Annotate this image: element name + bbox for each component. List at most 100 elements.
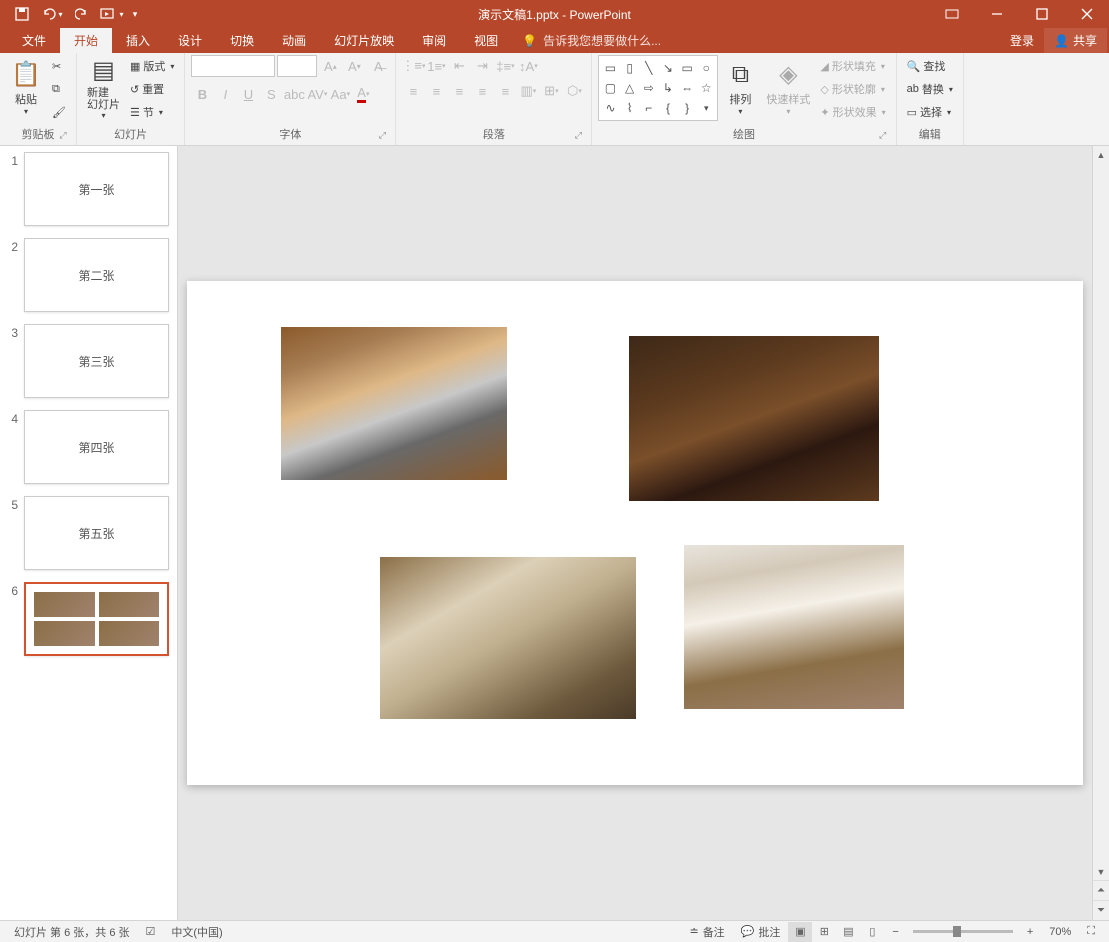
comments-button[interactable]: 💬批注	[733, 924, 789, 940]
shape-vtextbox[interactable]: ▯	[621, 58, 639, 77]
share-button[interactable]: 👤 共享	[1044, 28, 1107, 53]
maximize-button[interactable]	[1019, 0, 1064, 28]
shape-triangle[interactable]: △	[621, 78, 639, 97]
paragraph-launcher[interactable]: ⤢	[572, 130, 584, 142]
decrease-font-button[interactable]: A▾	[343, 55, 365, 77]
shape-rrect[interactable]: ▢	[601, 78, 619, 97]
shape-freeform[interactable]: ⌇	[621, 99, 639, 118]
char-spacing-button[interactable]: AV▾	[306, 83, 328, 105]
clear-formatting-button[interactable]: A̶	[367, 55, 389, 77]
minimize-button[interactable]	[974, 0, 1019, 28]
shape-brace-l[interactable]: {	[659, 99, 677, 118]
layout-button[interactable]: ▦版式▾	[126, 55, 178, 77]
shadow-button[interactable]: abc	[283, 83, 305, 105]
quick-styles-button[interactable]: ◈ 快速样式 ▾	[762, 55, 814, 121]
notes-button[interactable]: ≐备注	[681, 924, 732, 940]
line-spacing-button[interactable]: ‡≡▾	[494, 55, 516, 77]
vertical-scrollbar[interactable]: ▲ ▼ ⏶ ⏷	[1092, 146, 1109, 920]
arrange-button[interactable]: ⧉ 排列 ▾	[720, 55, 760, 121]
shape-arrow[interactable]: ↘	[659, 58, 677, 77]
slide-thumbnail-1[interactable]: 第一张	[24, 152, 169, 226]
format-painter-button[interactable]: 🖌	[48, 101, 70, 123]
shape-effects-button[interactable]: ✦形状效果▾	[816, 101, 889, 123]
shape-curve[interactable]: ∿	[601, 99, 619, 118]
tab-slideshow[interactable]: 幻灯片放映	[320, 28, 408, 53]
shape-rarrow[interactable]: ⇨	[640, 78, 658, 97]
shape-outline-button[interactable]: ◇形状轮廓▾	[816, 78, 889, 100]
shapes-more[interactable]: ▾	[697, 99, 715, 118]
save-button[interactable]	[8, 2, 36, 26]
shape-line[interactable]: ╲	[640, 58, 658, 77]
close-button[interactable]	[1064, 0, 1109, 28]
shape-brace-r[interactable]: }	[678, 99, 696, 118]
slide-thumbnail-5[interactable]: 第五张	[24, 496, 169, 570]
copy-button[interactable]: ⧉	[48, 78, 70, 100]
change-case-button[interactable]: Aa▾	[329, 83, 351, 105]
slide-thumbnail-6[interactable]	[24, 582, 169, 656]
shape-conn[interactable]: ⌐	[640, 99, 658, 118]
clipboard-launcher[interactable]: ⤢	[57, 130, 69, 142]
zoom-slider[interactable]	[913, 930, 1013, 933]
numbering-button[interactable]: 1≡▾	[425, 55, 447, 77]
shape-star[interactable]: ☆	[697, 78, 715, 97]
slide-image-4[interactable]	[684, 545, 904, 709]
font-size-combo[interactable]	[277, 55, 317, 77]
slide-canvas-area[interactable]	[178, 146, 1092, 920]
select-button[interactable]: ▭选择▾	[903, 101, 957, 123]
zoom-handle[interactable]	[953, 926, 961, 937]
slideshow-view-button[interactable]: ▯	[860, 922, 884, 942]
bullets-button[interactable]: ⋮≡▾	[402, 55, 424, 77]
shape-rect[interactable]: ▭	[678, 58, 696, 77]
distribute-button[interactable]: ≡	[494, 80, 516, 102]
ribbon-display-button[interactable]	[929, 0, 974, 28]
strikethrough-button[interactable]: S	[260, 83, 282, 105]
align-left-button[interactable]: ≡	[402, 80, 424, 102]
font-color-button[interactable]: A▾	[352, 83, 374, 105]
qat-customize[interactable]: ▾	[128, 2, 142, 26]
underline-button[interactable]: U	[237, 83, 259, 105]
tab-review[interactable]: 审阅	[408, 28, 460, 53]
tab-home[interactable]: 开始	[60, 28, 112, 53]
tab-view[interactable]: 视图	[460, 28, 512, 53]
drawing-launcher[interactable]: ⤢	[877, 130, 889, 142]
language-status[interactable]: 中文(中国)	[163, 924, 230, 940]
new-slide-button[interactable]: ▤ 新建 幻灯片 ▾	[83, 55, 124, 121]
text-direction-button[interactable]: ↕A▾	[517, 55, 539, 77]
tab-transitions[interactable]: 切换	[216, 28, 268, 53]
font-name-combo[interactable]	[191, 55, 275, 77]
align-right-button[interactable]: ≡	[448, 80, 470, 102]
shape-oval[interactable]: ○	[697, 58, 715, 77]
normal-view-button[interactable]: ▣	[788, 922, 812, 942]
paste-button[interactable]: 📋 粘贴 ▾	[6, 55, 46, 121]
replace-button[interactable]: ab替换▾	[903, 78, 957, 100]
tell-me-search[interactable]: 💡 告诉我您想要做什么...	[512, 28, 671, 53]
shape-fill-button[interactable]: ◢形状填充▾	[816, 55, 889, 77]
scroll-up-button[interactable]: ▲	[1093, 146, 1109, 163]
find-button[interactable]: 🔍查找	[903, 55, 957, 77]
slide-image-2[interactable]	[629, 336, 879, 501]
spell-check-icon[interactable]: ☑	[138, 925, 164, 938]
italic-button[interactable]: I	[214, 83, 236, 105]
start-slideshow-button[interactable]: ▾	[98, 2, 126, 26]
shape-elbow[interactable]: ↳	[659, 78, 677, 97]
shapes-gallery[interactable]: ▭ ▯ ╲ ↘ ▭ ○ ▢ △ ⇨ ↳ ⇔ ☆ ∿ ⌇ ⌐ { } ▾	[598, 55, 718, 121]
fit-to-window-button[interactable]: ⛶	[1079, 925, 1103, 938]
tab-file[interactable]: 文件	[8, 28, 60, 53]
slide-thumbnail-2[interactable]: 第二张	[24, 238, 169, 312]
scroll-track[interactable]	[1093, 163, 1109, 863]
login-button[interactable]: 登录	[1000, 28, 1044, 53]
shape-darrow[interactable]: ⇔	[678, 78, 696, 97]
bold-button[interactable]: B	[191, 83, 213, 105]
slide-image-3[interactable]	[380, 557, 636, 719]
columns-button[interactable]: ▥▾	[517, 80, 539, 102]
align-center-button[interactable]: ≡	[425, 80, 447, 102]
tab-animations[interactable]: 动画	[268, 28, 320, 53]
align-text-button[interactable]: ⊞▾	[540, 80, 562, 102]
tab-insert[interactable]: 插入	[112, 28, 164, 53]
reset-button[interactable]: ↺重置	[126, 78, 178, 100]
slide-info[interactable]: 幻灯片 第 6 张，共 6 张	[6, 924, 138, 940]
zoom-level[interactable]: 70%	[1041, 926, 1079, 938]
reading-view-button[interactable]: ▤	[836, 922, 860, 942]
scroll-down-button[interactable]: ▼	[1093, 863, 1109, 880]
slide-image-1[interactable]	[281, 327, 507, 480]
